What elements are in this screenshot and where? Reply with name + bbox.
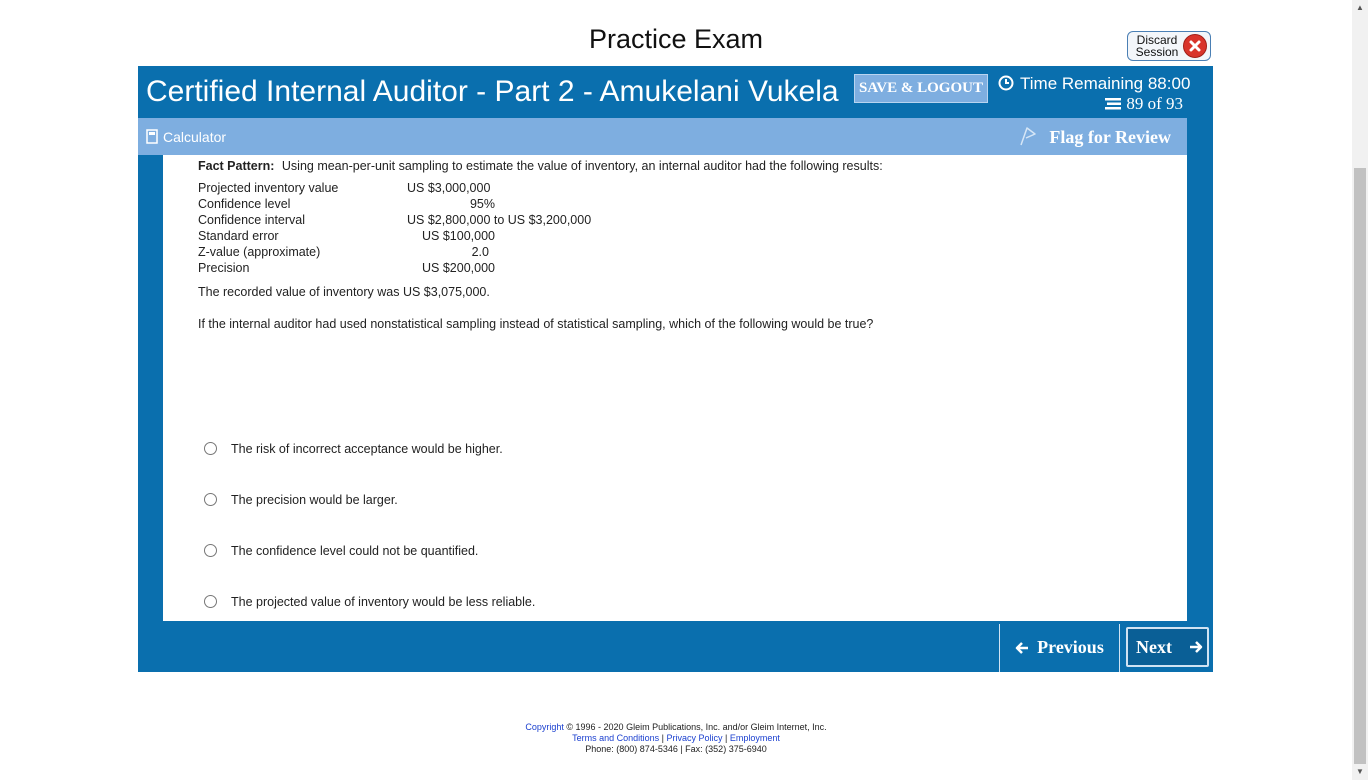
fact-pattern-label: Fact Pattern: [198,159,275,173]
scroll-thumb[interactable] [1354,168,1366,764]
results-value: 2.0 [471,245,489,259]
answer-option-label: The projected value of inventory would b… [231,595,536,609]
copyright-link[interactable]: Copyright [525,722,564,732]
terms-link[interactable]: Terms and Conditions [572,733,659,743]
exam-title: Certified Internal Auditor - Part 2 - Am… [146,75,839,108]
results-label: Projected inventory value [198,181,339,195]
results-value: 95% [469,197,495,211]
calculator-icon [146,129,158,144]
next-label: Next [1136,637,1172,657]
radio-button[interactable] [204,493,217,506]
results-label: Confidence level [198,197,291,211]
progress-text: 89 of 93 [1126,94,1183,113]
answer-option-c[interactable]: The confidence level could not be quanti… [204,544,478,562]
separator: | [661,733,664,743]
fact-pattern-text: Using mean-per-unit sampling to estimate… [281,159,883,173]
previous-label: Previous [1037,637,1104,657]
copyright-text: © 1996 - 2020 Gleim Publications, Inc. a… [566,722,827,732]
discard-session-button[interactable]: Discard Session [1127,31,1211,61]
answer-option-label: The risk of incorrect acceptance would b… [231,442,503,456]
results-value: US $2,800,000 to US $3,200,000 [407,213,592,227]
results-value: US $100,000 [422,229,495,243]
results-row: Z-value (approximate) 2.0 [198,244,698,260]
arrow-left-icon [1015,642,1029,654]
flag-icon [1020,127,1037,146]
fact-pattern: Fact Pattern: Using mean-per-unit sampli… [198,159,883,173]
copyright-footer: Copyright © 1996 - 2020 Gleim Publicatio… [0,722,1352,755]
results-label: Precision [198,261,250,275]
radio-button[interactable] [204,544,217,557]
privacy-link[interactable]: Privacy Policy [667,733,723,743]
results-table: Projected inventory value US $3,000,000 C… [198,180,698,276]
answer-option-label: The precision would be larger. [231,493,398,507]
copyright-line: Copyright © 1996 - 2020 Gleim Publicatio… [0,722,1352,733]
save-logout-button[interactable]: SAVE & LOGOUT [854,74,988,103]
calculator-button[interactable]: Calculator [146,129,226,145]
results-value: US $3,000,000 [407,181,491,195]
results-label: Standard error [198,229,279,243]
answer-option-b[interactable]: The precision would be larger. [204,493,398,511]
separator: | [725,733,728,743]
results-label: Confidence interval [198,213,306,227]
radio-button[interactable] [204,595,217,608]
contact-phone: Phone: (800) 874-5346 | Fax: (352) 375-6… [585,744,767,754]
time-remaining: Time Remaining 88:00 [998,74,1190,94]
question-prompt: If the internal auditor had used nonstat… [198,317,874,331]
recorded-value-text: The recorded value of inventory was US $… [198,285,490,299]
flag-for-review-label: Flag for Review [1049,127,1171,147]
results-row: Standard error US $100,000 [198,228,698,244]
list-icon [1105,98,1122,110]
scroll-up-arrow-icon[interactable]: ▲ [1352,0,1368,16]
scroll-down-arrow-icon[interactable]: ▼ [1352,764,1368,780]
toolbar: Calculator Flag for Review [138,118,1187,155]
results-value: US $200,000 [422,261,495,275]
page-scrollbar[interactable]: ▲ ▼ [1352,0,1368,780]
radio-button[interactable] [204,442,217,455]
arrow-right-icon [1190,641,1203,653]
question-progress: 89 of 93 [1104,94,1183,114]
exam-frame: Certified Internal Auditor - Part 2 - Am… [138,66,1213,672]
question-panel: Fact Pattern: Using mean-per-unit sampli… [163,155,1187,621]
clock-icon [998,75,1014,91]
results-row: Precision US $200,000 [198,260,698,276]
results-row: Confidence interval US $2,800,000 to US $… [198,212,698,228]
results-row: Projected inventory value US $3,000,000 [198,180,698,196]
answer-option-a[interactable]: The risk of incorrect acceptance would b… [204,442,503,460]
next-button[interactable]: Next [1126,627,1209,667]
close-icon [1183,34,1207,58]
results-row: Confidence level 95% [198,196,698,212]
time-remaining-text: Time Remaining 88:00 [1020,74,1191,93]
discard-label-line2: Session [1135,45,1179,59]
legal-links: Terms and Conditions | Privacy Policy | … [0,733,1352,744]
employment-link[interactable]: Employment [730,733,780,743]
results-label: Z-value (approximate) [198,245,321,259]
previous-button[interactable]: Previous [999,624,1120,672]
navigation-bar: Previous Next [138,624,1213,672]
answer-option-label: The confidence level could not be quanti… [231,544,479,558]
discard-label: Discard Session [1134,34,1180,58]
answer-option-d[interactable]: The projected value of inventory would b… [204,595,535,613]
flag-for-review-button[interactable]: Flag for Review [1019,126,1171,148]
calculator-label: Calculator [163,129,227,145]
